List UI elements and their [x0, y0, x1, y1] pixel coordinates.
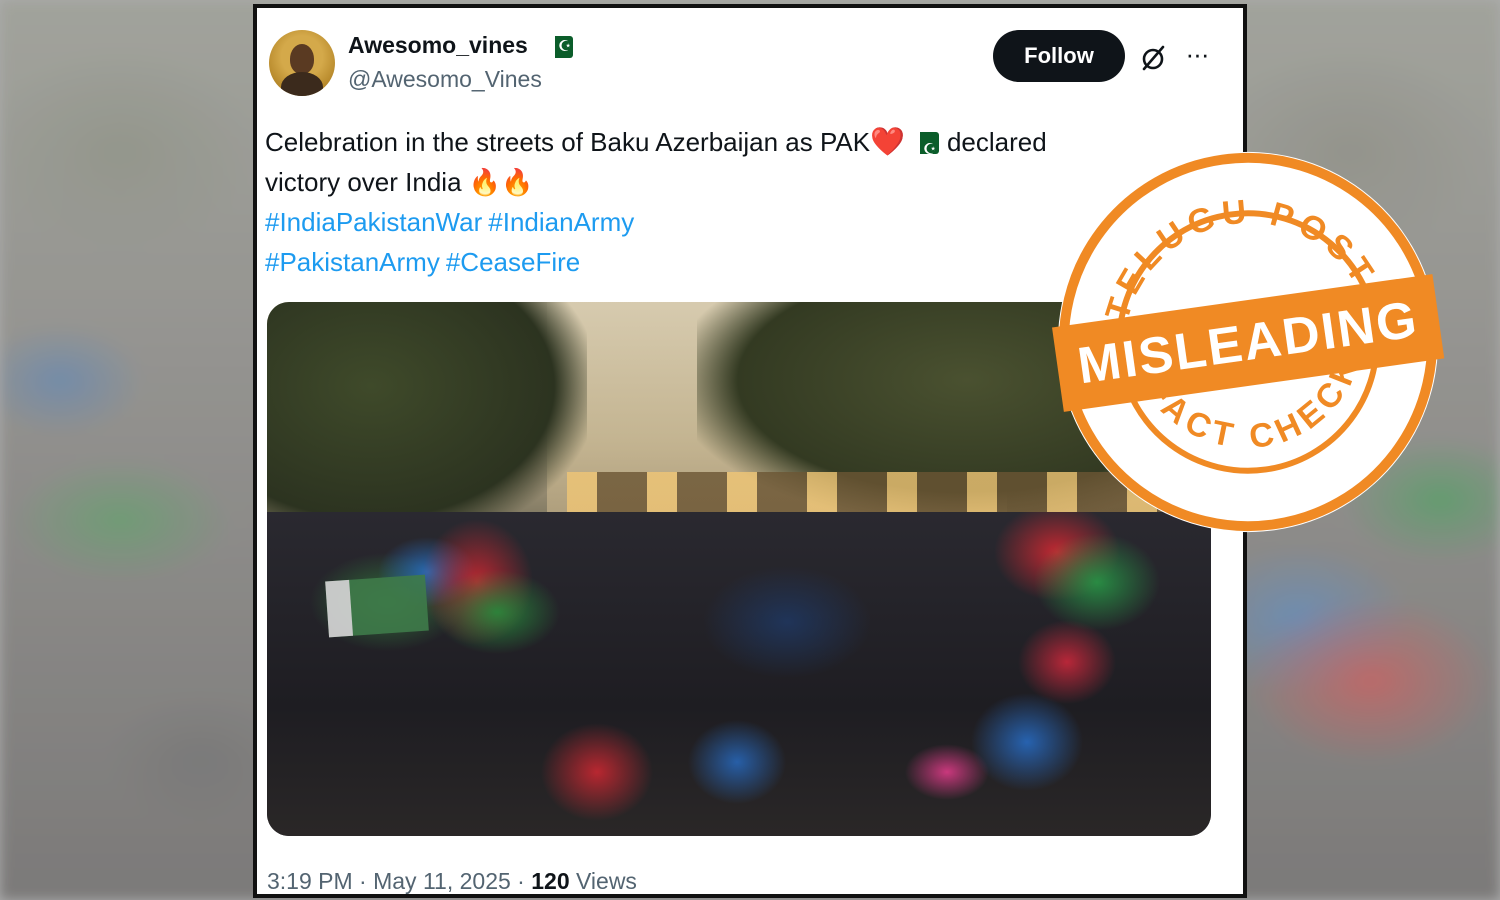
follow-button[interactable]: Follow [993, 30, 1125, 82]
heart-icon: ❤️ [870, 126, 905, 157]
views-count: 120 [531, 868, 570, 894]
tweet-time[interactable]: 3:19 PM [267, 868, 353, 894]
fire-icon: 🔥🔥 [468, 167, 534, 197]
tweet-date[interactable]: May 11, 2025 [373, 868, 511, 894]
meta-separator: · [359, 868, 367, 894]
avatar-face [290, 44, 314, 74]
more-options-icon[interactable]: ··· [1181, 38, 1213, 70]
hashtag-link[interactable]: #PakistanArmy [265, 247, 440, 277]
misleading-stamp: TELUGU POST FACT CHECK MISLEADING [1052, 151, 1445, 533]
pakistan-flag-icon [549, 36, 573, 58]
hashtag-link[interactable]: #CeaseFire [446, 247, 580, 277]
video-pakistan-flag [325, 574, 429, 638]
views-label: Views [576, 868, 637, 894]
video-crowd [267, 512, 1211, 836]
hashtag-link[interactable]: #IndiaPakistanWar [265, 207, 482, 237]
tweet-text-part2: declared [946, 127, 1047, 157]
meta-separator: · [517, 868, 525, 894]
video-trees-left [267, 302, 587, 542]
tweet-meta: 3:19 PM · May 11, 2025 · 120 Views [267, 868, 637, 895]
avatar-body [281, 72, 323, 96]
tweet-text-part1: Celebration in the streets of Baku Azerb… [265, 127, 871, 157]
pakistan-flag-inline-icon [912, 130, 939, 170]
display-name[interactable]: Awesomo_vines [348, 32, 528, 59]
user-handle[interactable]: @Awesomo_Vines [348, 66, 542, 93]
tweet-text-line2: victory over India [265, 167, 469, 197]
grok-icon[interactable] [1137, 42, 1169, 74]
hashtag-link[interactable]: #IndianArmy [488, 207, 634, 237]
avatar[interactable] [269, 30, 335, 96]
